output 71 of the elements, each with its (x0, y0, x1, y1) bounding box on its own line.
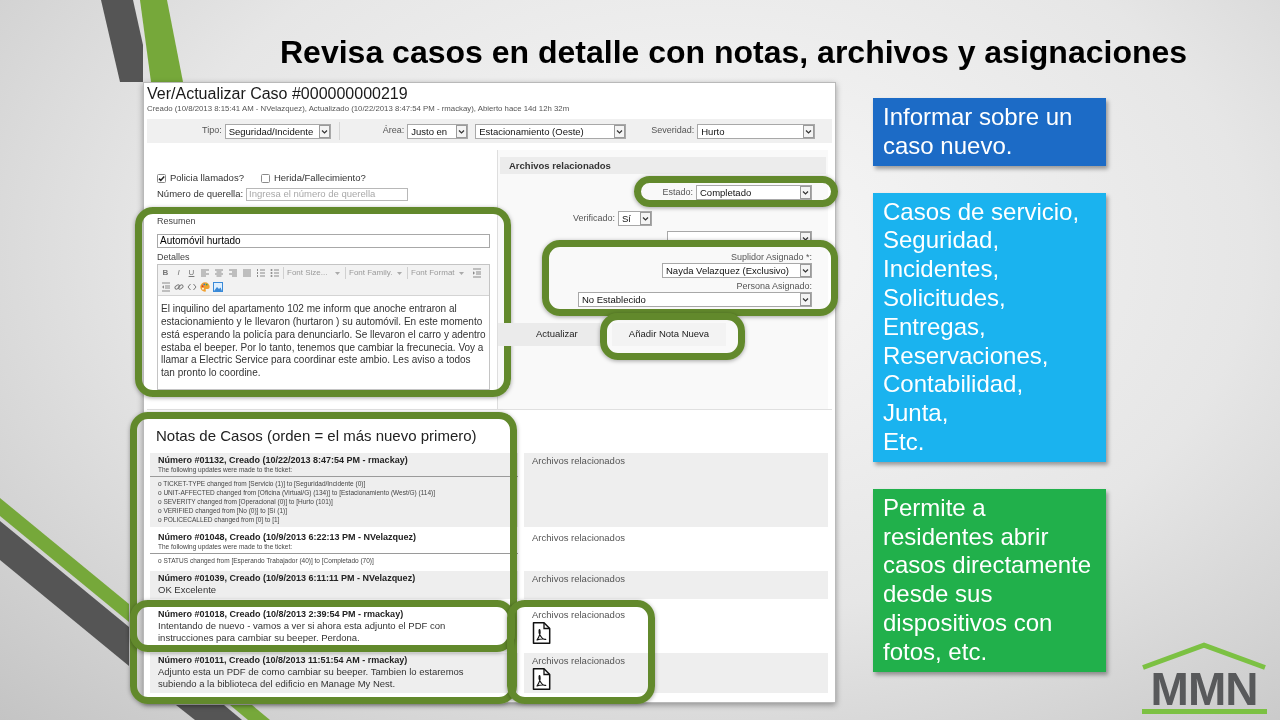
caret-icon[interactable] (397, 271, 402, 275)
note-header: Número #01018, Creado (10/8/2013 2:39:54 PM - rmackay) (158, 609, 404, 620)
dropdown[interactable]: Completado (696, 185, 812, 200)
callout-text: Reservaciones, (883, 341, 1050, 371)
callout-text: Casos de servicio, (883, 197, 1081, 227)
files-label: Archivos relacionados (532, 532, 625, 543)
note-header: Número #01039, Creado (10/9/2013 6:11:11 PM - NVelazquez) (158, 573, 416, 584)
underline-button[interactable]: U (186, 267, 197, 279)
dropdown[interactable]: Sí (618, 211, 652, 226)
callout-text: Incidentes, (883, 255, 1001, 284)
image-icon[interactable] (213, 282, 223, 293)
files-label: Archivos relacionados (532, 573, 625, 584)
slide-title: Revisa casos en detalle con notas, archivos y asignaciones (280, 34, 1188, 70)
palette-icon[interactable] (200, 282, 210, 293)
caret-icon[interactable] (335, 271, 340, 275)
numbered-list-icon[interactable] (256, 268, 266, 279)
code-icon[interactable] (187, 282, 197, 293)
dropdown[interactable]: Hurto (697, 123, 816, 139)
dropdown[interactable]: No Establecido (578, 292, 812, 307)
summary-field[interactable]: Automóvil hurtado (157, 233, 490, 248)
files-label: Archivos relacionados (532, 455, 625, 466)
note-header: Número #01132, Creado (10/22/2013 8:47:54 PM - rmackay) (158, 455, 408, 466)
caret-icon[interactable] (459, 271, 464, 275)
field-label: Verificado: (572, 211, 615, 225)
bullet-list-icon[interactable] (270, 268, 280, 279)
checkbox-label: Herida/Fallecimiento? (273, 170, 366, 185)
link-icon[interactable] (174, 282, 184, 293)
dropdown[interactable]: Estacionamiento (Oeste) (475, 123, 627, 139)
case-title: Ver/Actualizar Caso #000000000219 (147, 84, 408, 104)
section-header: Archivos relacionados (500, 157, 826, 174)
pdf-file-icon[interactable] (532, 668, 551, 690)
field-label: Resumen (157, 216, 196, 228)
callout-text: Contabilidad, (883, 370, 1025, 400)
details-editor-field[interactable]: El inquilino del apartamento 102 me inform que anoche entraron al estacionamiento y le llevaron (hurtaron ) su automóvil. En este momento está esperando la policía para denunciarlo. Se llevaron el carro y adentro estaba el beeper. Por lo tanto, tenemos que cambiar la frecunecia. Voy a llamar a Electric Service para coordinar este ambio. Les aviso a todos tan pronto lo coordine. (158, 296, 489, 390)
checkbox-label: Policia llamados? (170, 170, 244, 185)
note-header: Número #01011, Creado (10/8/2013 11:51:54 AM - rmackay) (158, 655, 408, 666)
update-button[interactable]: Actualizar (498, 323, 600, 346)
checkbox[interactable] (157, 173, 166, 183)
files-label: Archivos relacionados (532, 609, 625, 620)
dropdown[interactable]: Justo en (407, 123, 469, 139)
field-label: Número de querella: (157, 187, 244, 201)
roof-icon (1140, 642, 1268, 670)
field-label: Área: (382, 124, 405, 138)
callout-text: Permite a residentes abrir casos directamente desde sus dispositivos con fotos, etc. (883, 493, 1093, 667)
field-label: Tipo: (202, 124, 222, 138)
callout-text: Informar sobre un caso nuevo. (883, 103, 1074, 161)
callout-text: Solicitudes, (883, 284, 1007, 313)
pdf-file-icon[interactable] (532, 622, 551, 644)
bold-button[interactable]: B (160, 267, 171, 279)
field-label: Estado: (662, 185, 693, 199)
field-label: Detalles (157, 252, 190, 264)
dropdown[interactable]: Seguridad/Incidente (224, 123, 331, 139)
callout-text: Seguridad, (883, 226, 1001, 256)
note-text: OK Excelente (158, 584, 218, 596)
callout-text: Etc. (883, 427, 926, 457)
dropdown[interactable]: Nayda Velazquez (Exclusivo) (662, 263, 812, 278)
field-label: Suplidor Asignado *: (730, 252, 812, 262)
checkbox[interactable] (260, 173, 270, 183)
callout-text: Entregas, (883, 312, 987, 342)
note-text: Intentando de nuevo - vamos a ver si ahora esta adjunto el PDF con instrucciones para cambiar su beeper. Perdona. (158, 620, 447, 644)
italic-button[interactable]: I (173, 267, 184, 279)
note-text: Adjunto esta un PDF de como cambiar su beeper. Tambien lo estaremos subiendo a la biblioteca del edificio en Manage My Nest. (158, 666, 465, 690)
add-note-button[interactable]: Añadir Nota Nueva (612, 323, 726, 346)
callout-text: Junta, (883, 399, 950, 428)
complaint-number-field[interactable]: Ingresa el número de querella (246, 187, 409, 201)
logo-text: MMN (1150, 670, 1258, 708)
section-title: Notas de Casos (orden = el más nuevo primero) (156, 426, 477, 446)
field-label: Severidad: (651, 124, 695, 138)
note-header: Número #01048, Creado (10/9/2013 6:22:13 PM - NVelazquez) (158, 532, 417, 543)
files-label: Archivos relacionados (532, 655, 625, 666)
field-label: Persona Asignado: (736, 281, 812, 291)
